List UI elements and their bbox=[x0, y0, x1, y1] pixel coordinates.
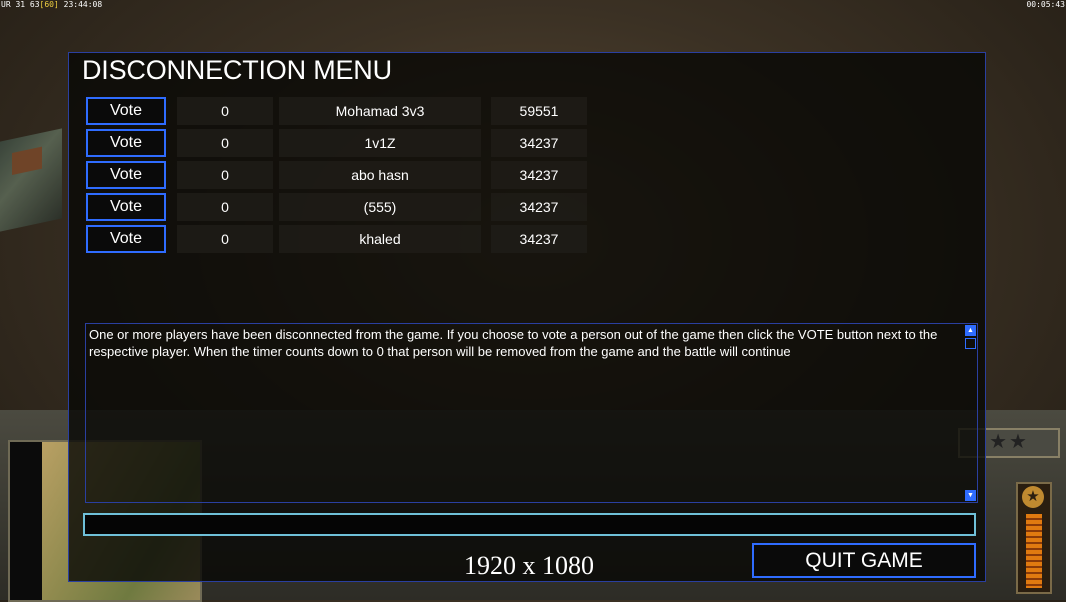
vote-button[interactable]: Vote bbox=[86, 161, 166, 189]
player-name: (555) bbox=[279, 193, 481, 221]
message-box: One or more players have been disconnect… bbox=[85, 323, 978, 503]
player-id: 34237 bbox=[491, 161, 587, 189]
player-timer: 0 bbox=[177, 193, 273, 221]
hud-stats-highlight: [60] bbox=[39, 0, 59, 9]
player-id: 34237 bbox=[491, 129, 587, 157]
player-id: 34237 bbox=[491, 193, 587, 221]
resolution-label: 1920 x 1080 bbox=[464, 551, 594, 580]
player-timer: 0 bbox=[177, 97, 273, 125]
player-timer: 0 bbox=[177, 161, 273, 189]
base-building bbox=[0, 128, 62, 232]
vote-button[interactable]: Vote bbox=[86, 129, 166, 157]
hud-game-timer: 00:05:43 bbox=[1026, 0, 1065, 9]
hud-stats-prefix: UR 31 63 bbox=[1, 0, 40, 9]
player-name: Mohamad 3v3 bbox=[279, 97, 481, 125]
scroll-thumb[interactable] bbox=[965, 338, 976, 349]
player-timer: 0 bbox=[177, 225, 273, 253]
dialog-title: DISCONNECTION MENU bbox=[82, 55, 392, 85]
star-icon: ★ bbox=[1022, 486, 1044, 508]
power-gauge: ★ bbox=[1016, 482, 1052, 594]
player-name: abo hasn bbox=[279, 161, 481, 189]
player-id: 34237 bbox=[491, 225, 587, 253]
scroll-down-arrow-icon[interactable]: ▼ bbox=[965, 490, 976, 501]
vote-button[interactable]: Vote bbox=[86, 193, 166, 221]
player-id: 59551 bbox=[491, 97, 587, 125]
player-name: 1v1Z bbox=[279, 129, 481, 157]
quit-game-button[interactable]: QUIT GAME bbox=[752, 543, 976, 578]
disconnect-message: One or more players have been disconnect… bbox=[89, 327, 938, 359]
vote-button[interactable]: Vote bbox=[86, 97, 166, 125]
vote-button[interactable]: Vote bbox=[86, 225, 166, 253]
hud-clock: 23:44:08 bbox=[63, 0, 103, 9]
player-timer: 0 bbox=[177, 129, 273, 157]
player-name: khaled bbox=[279, 225, 481, 253]
scroll-up-arrow-icon[interactable]: ▲ bbox=[965, 325, 976, 336]
power-bar bbox=[1026, 514, 1042, 588]
message-scrollbar[interactable]: ▲ ▼ bbox=[964, 324, 977, 502]
hud-stats: UR 31 63[60] 23:44:08 bbox=[1, 0, 102, 9]
chat-input[interactable] bbox=[83, 513, 976, 536]
disconnection-dialog: DISCONNECTION MENU Vote 0 Mohamad 3v3 59… bbox=[68, 52, 986, 582]
